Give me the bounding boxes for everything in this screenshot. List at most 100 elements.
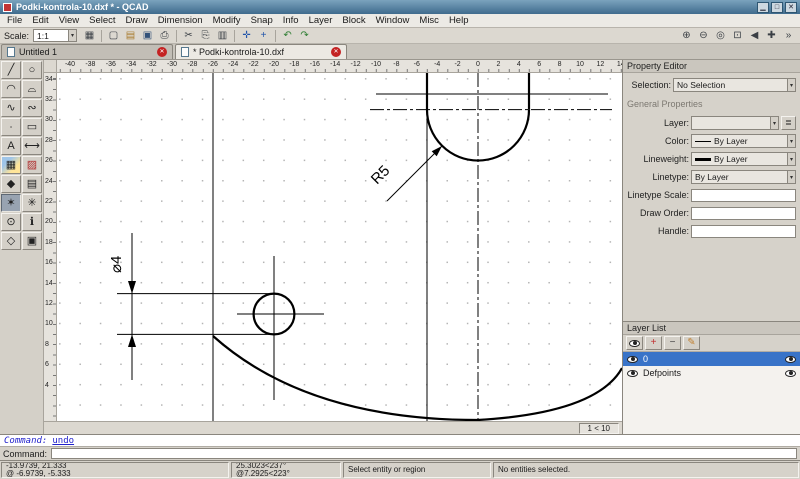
layer-visibility-icon[interactable]: [627, 370, 638, 377]
menu-info[interactable]: Info: [278, 15, 304, 26]
add-layer-button[interactable]: +: [645, 336, 662, 350]
undo-icon: ↶: [283, 31, 291, 41]
selection-combo[interactable]: No Selection ▾: [673, 78, 796, 92]
info-tool-button[interactable]: ℹ: [22, 213, 42, 231]
toggle-visibility-icon: [629, 340, 640, 347]
menu-block[interactable]: Block: [337, 15, 370, 26]
toggle-visibility-button[interactable]: [626, 336, 643, 350]
layer-state-icon[interactable]: [785, 370, 796, 377]
menu-dimension[interactable]: Dimension: [153, 15, 208, 26]
spline-tool-button[interactable]: ∿: [1, 99, 21, 117]
menu-help[interactable]: Help: [444, 15, 474, 26]
arc-tool-button[interactable]: ◠: [1, 80, 21, 98]
hatch-tool-button[interactable]: ▨: [22, 156, 42, 174]
construction-line-entities[interactable]: [213, 73, 608, 421]
zoom-in-button[interactable]: ⊕: [678, 29, 695, 43]
circle-tool-button[interactable]: ○: [22, 61, 42, 79]
modify-tool-button[interactable]: ✶: [1, 194, 21, 212]
dimension-tool-button[interactable]: ⟷: [22, 137, 42, 155]
minimize-button[interactable]: ▁: [757, 2, 769, 13]
projection-tool-button[interactable]: ▣: [22, 232, 42, 250]
close-button[interactable]: ✕: [785, 2, 797, 13]
menu-select[interactable]: Select: [84, 15, 120, 26]
layer-list-button[interactable]: ≣: [781, 116, 796, 130]
select-button[interactable]: ✛: [238, 29, 255, 43]
center-line-entities[interactable]: [370, 73, 612, 421]
command-history-entry[interactable]: undo: [52, 436, 74, 446]
v-ruler-label: 22: [45, 198, 53, 205]
scale-combo[interactable]: 1:1 ▾: [33, 29, 77, 42]
point-tool-button[interactable]: ∙: [1, 118, 21, 136]
layer-visibility-icon[interactable]: [627, 356, 638, 363]
add-entity-button[interactable]: +: [255, 29, 272, 43]
horizontal-ruler: -42-40-38-36-34-32-30-28-26-24-22-20-18-…: [57, 60, 622, 73]
block-tool-button[interactable]: ◆: [1, 175, 21, 193]
menu-layer[interactable]: Layer: [304, 15, 338, 26]
command-history[interactable]: Command: undo: [0, 434, 800, 446]
drawing-canvas[interactable]: ⌀4 R5: [57, 73, 622, 421]
redo-button[interactable]: ↷: [296, 29, 313, 43]
pan-button[interactable]: ✚: [763, 29, 780, 43]
v-ruler-label: 34: [45, 76, 53, 83]
new-file-button[interactable]: ▢: [105, 29, 122, 43]
lineweight-combo[interactable]: By Layer▾: [691, 152, 796, 166]
isometric-tool-button[interactable]: ◇: [1, 232, 21, 250]
menu-misc[interactable]: Misc: [414, 15, 444, 26]
paste-button[interactable]: ▥: [214, 29, 231, 43]
open-file-button[interactable]: ▤: [122, 29, 139, 43]
library-tool-button[interactable]: ▤: [22, 175, 42, 193]
dimension-entities[interactable]: [117, 146, 442, 380]
layer-state-icon[interactable]: [785, 356, 796, 363]
polyline-tool-button[interactable]: ∾: [22, 99, 42, 117]
tab-close-button[interactable]: ✕: [157, 47, 167, 57]
zoom-out-button[interactable]: ⊖: [695, 29, 712, 43]
snap-tool-button[interactable]: ⊙: [1, 213, 21, 231]
line-tool-button[interactable]: ╱: [1, 61, 21, 79]
image-tool-button[interactable]: ▦: [1, 156, 21, 174]
print-button[interactable]: ⎙: [156, 29, 173, 43]
menu-view[interactable]: View: [54, 15, 84, 26]
property-fields: Layer:▾≣Color:By Layer▾Lineweight:By Lay…: [623, 111, 800, 241]
maximize-button[interactable]: □: [771, 2, 783, 13]
zoom-previous-button[interactable]: ◀: [746, 29, 763, 43]
grid-toggle-button[interactable]: ▦: [81, 29, 98, 43]
command-input[interactable]: [51, 448, 797, 459]
linetype-combo[interactable]: By Layer▾: [691, 170, 796, 184]
explode-tool-button[interactable]: ✳: [22, 194, 42, 212]
radius-dimension-label[interactable]: R5: [368, 162, 394, 188]
diameter-dimension-label[interactable]: ⌀4: [108, 256, 125, 273]
menu-snap[interactable]: Snap: [246, 15, 278, 26]
ellipse-tool-button[interactable]: ⌓: [22, 80, 42, 98]
draw-order-input[interactable]: [691, 207, 796, 220]
document-icon: [181, 47, 189, 57]
zoom-window-button[interactable]: ⊡: [729, 29, 746, 43]
layer-row-defpoints[interactable]: Defpoints: [623, 366, 800, 380]
cut-button[interactable]: ✂: [180, 29, 197, 43]
save-file-button[interactable]: ▣: [139, 29, 156, 43]
handle-input[interactable]: [691, 225, 796, 238]
tab-1[interactable]: Untitled 1✕: [1, 44, 173, 59]
remove-layer-button[interactable]: −: [664, 336, 681, 350]
line-sample-swatch: [695, 158, 711, 161]
copy-button[interactable]: ⎘: [197, 29, 214, 43]
color-combo[interactable]: By Layer▾: [691, 134, 796, 148]
tab-2[interactable]: * Podki-kontrola-10.dxf✕: [175, 44, 347, 59]
undo-button[interactable]: ↶: [279, 29, 296, 43]
menu-file[interactable]: File: [2, 15, 27, 26]
menu-edit[interactable]: Edit: [27, 15, 53, 26]
toolbar-overflow-button[interactable]: »: [780, 29, 797, 43]
text-tool-button[interactable]: A: [1, 137, 21, 155]
h-ruler-label: 4: [517, 61, 521, 68]
menu-window[interactable]: Window: [371, 15, 415, 26]
linetype-scale-input[interactable]: [691, 189, 796, 202]
tab-close-button[interactable]: ✕: [331, 47, 341, 57]
menu-draw[interactable]: Draw: [121, 15, 153, 26]
zoom-auto-button[interactable]: ◎: [712, 29, 729, 43]
menu-modify[interactable]: Modify: [208, 15, 246, 26]
point-tool-icon: ∙: [9, 122, 12, 133]
v-ruler-label: 16: [45, 259, 53, 266]
edit-layer-button[interactable]: ✎: [683, 336, 700, 350]
layer-combo[interactable]: ▾: [691, 116, 779, 130]
layer-row-0[interactable]: 0: [623, 352, 800, 366]
rectangle-tool-button[interactable]: ▭: [22, 118, 42, 136]
